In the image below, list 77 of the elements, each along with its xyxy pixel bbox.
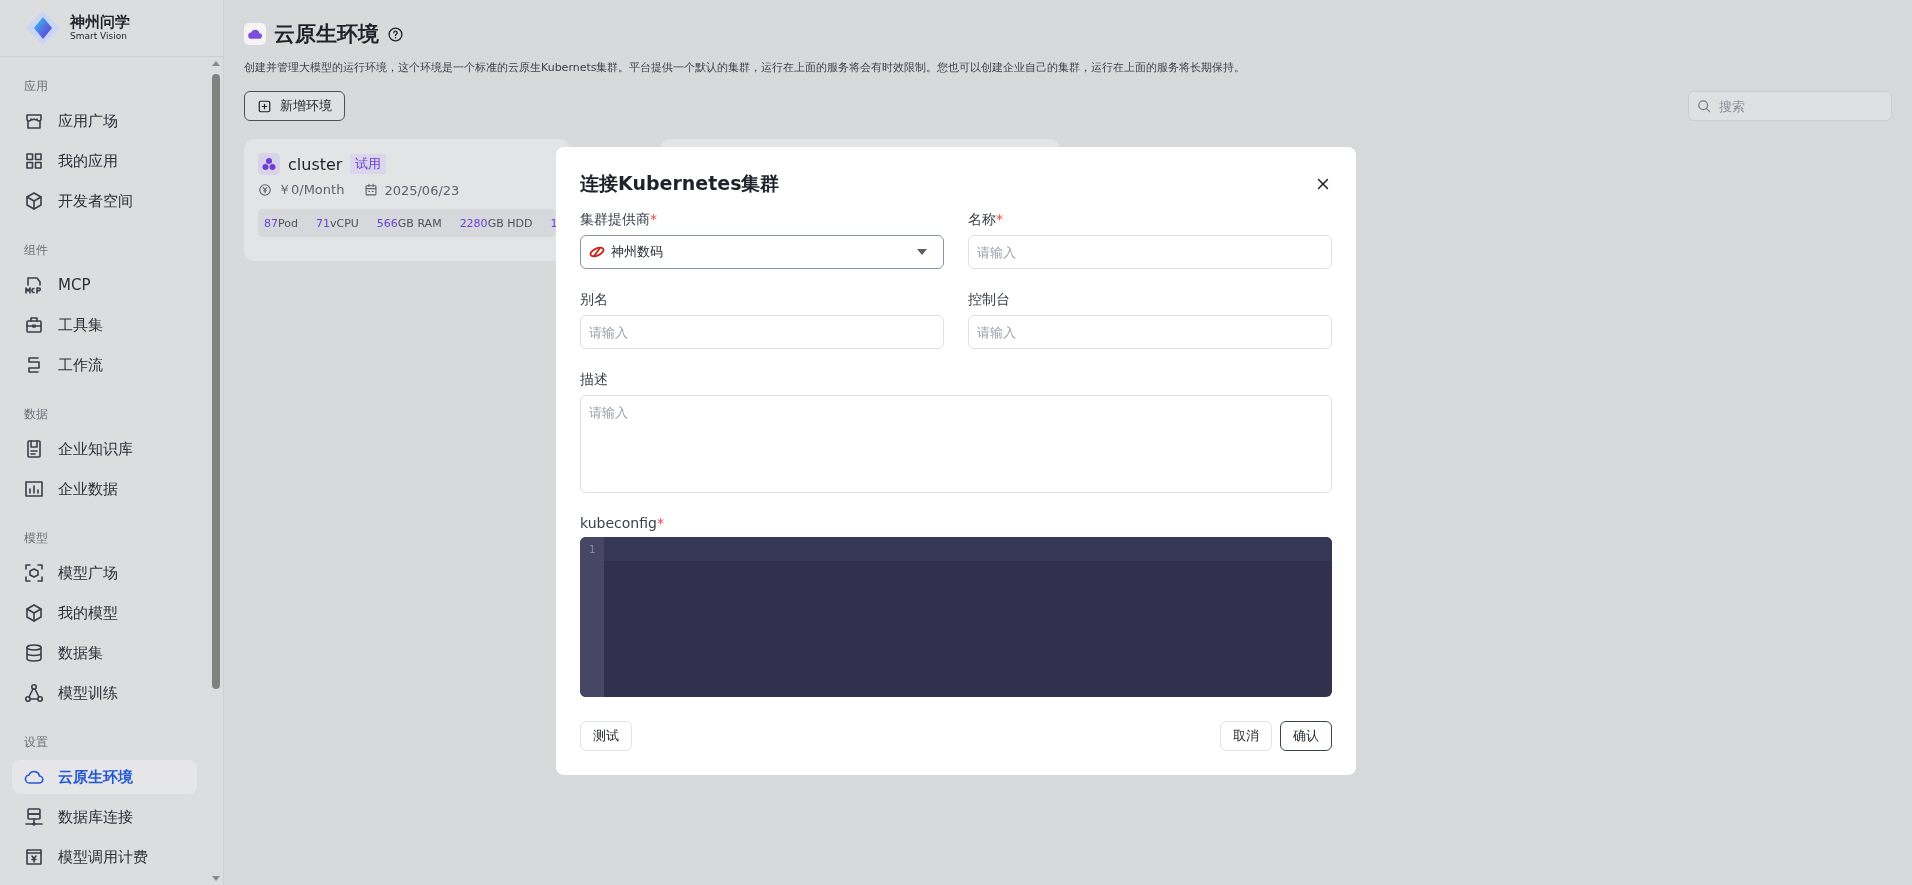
cluster-card[interactable]: cluster 试用 ￥0/Month 2025/06/23 87Pod 71vCPU 566GB RAM 2280GB HDD 1 <box>244 139 570 261</box>
input-field[interactable]: 请输入 <box>968 315 1332 349</box>
cluster-date: 2025/06/23 <box>384 182 460 198</box>
nav-group-label: 设置 <box>23 734 48 751</box>
page-title: 云原生环境 <box>274 21 379 48</box>
help-icon <box>387 25 404 43</box>
sidebar-item[interactable]: 工作流 <box>12 348 197 382</box>
bill-icon <box>24 847 44 867</box>
mcp-icon <box>24 275 44 295</box>
cancel-button[interactable]: 取消 <box>1220 721 1272 751</box>
grid-icon <box>24 151 44 171</box>
cloud-icon <box>244 23 266 45</box>
field-label: 名称* <box>968 211 1003 229</box>
input-field[interactable]: 请输入 <box>580 315 944 349</box>
test-button[interactable]: 测试 <box>580 721 632 751</box>
field-label: 控制台 <box>968 291 1010 309</box>
brand-name: 神州问学 <box>70 14 130 31</box>
sidebar-item[interactable]: 开发者空间 <box>12 184 197 218</box>
nav-group-label: 应用 <box>23 78 48 95</box>
cube-icon <box>24 191 44 211</box>
server-icon <box>24 807 44 827</box>
add-environment-button[interactable]: 新增环境 <box>244 91 345 121</box>
sidebar-item[interactable]: 工具集 <box>12 308 197 342</box>
sidebar-item[interactable]: 企业知识库 <box>12 432 197 466</box>
brand-subtitle: Smart Vision <box>70 31 128 42</box>
caret-icon <box>917 249 927 255</box>
toolbox-icon <box>24 315 44 335</box>
search-field[interactable]: 搜索 <box>1688 91 1892 121</box>
input-field[interactable]: 请输入 <box>968 235 1332 269</box>
scan-cube-icon <box>24 563 44 583</box>
field-label: kubeconfig* <box>580 515 664 531</box>
required-mark: * <box>656 515 664 531</box>
sidebar-item[interactable]: 模型广场 <box>12 556 197 590</box>
nav-group-label: 数据 <box>23 406 48 423</box>
sidebar-item[interactable]: 我的模型 <box>12 596 197 630</box>
sidebar-item[interactable]: 数据库连接 <box>12 800 197 834</box>
store-icon <box>24 111 44 131</box>
required-mark: * <box>650 211 657 227</box>
coin-icon <box>258 183 272 197</box>
page-description: 创建并管理大模型的运行环境，这个环境是一个标准的云原生Kubernets集群。平台提供一个默认的集群，运行在上面的服务将会有时效限制。您也可以创建企业自己的集群，运行在上面的服务将长期保持。 <box>244 60 1247 75</box>
dialog-title: 连接Kubernetes集群 <box>580 171 780 196</box>
line-number: 1 <box>587 543 597 556</box>
box-icon <box>24 603 44 623</box>
description-field[interactable]: 请输入 <box>580 395 1332 493</box>
logo-icon <box>24 9 62 47</box>
database-icon <box>24 643 44 663</box>
resource-stat: 71vCPU <box>315 216 359 230</box>
bar-chart-icon <box>24 479 44 499</box>
confirm-button[interactable]: 确认 <box>1280 721 1332 751</box>
plus-square-icon <box>257 98 272 114</box>
trial-tag: 试用 <box>350 154 387 174</box>
sidebar-item[interactable]: 数据集 <box>12 636 197 670</box>
sidebar-item[interactable]: 云原生环境 <box>12 760 197 794</box>
sidebar-item[interactable]: 模型调用计费 <box>12 840 197 874</box>
network-icon <box>24 683 44 703</box>
resource-stat: 1 <box>550 216 556 230</box>
provider-logo-icon <box>589 245 605 259</box>
nav-group-label: 组件 <box>23 242 48 259</box>
resource-stat: 2280GB HDD <box>459 216 533 230</box>
sidebar-item[interactable]: 模型训练 <box>12 676 197 710</box>
nav-group-label: 模型 <box>23 530 48 547</box>
cluster-icon <box>258 153 280 175</box>
sidebar-item[interactable]: MCP <box>12 268 197 302</box>
sidebar-item[interactable]: 我的应用 <box>12 144 197 178</box>
provider-select[interactable]: 神州数码 <box>580 235 944 269</box>
resource-stat: 566GB RAM <box>376 216 442 230</box>
field-label: 集群提供商* <box>580 211 657 229</box>
cluster-name: cluster <box>288 154 343 174</box>
field-label: 别名 <box>580 291 608 309</box>
cluster-price: ￥0/Month <box>278 181 345 199</box>
sidebar-item[interactable]: 应用广场 <box>12 104 197 138</box>
required-mark: * <box>996 211 1003 227</box>
resource-stat: 87Pod <box>264 216 298 230</box>
calendar-icon <box>364 183 379 197</box>
field-label: 描述 <box>580 371 608 389</box>
document-icon <box>24 439 44 459</box>
sidebar-item[interactable]: 企业数据 <box>12 472 197 506</box>
